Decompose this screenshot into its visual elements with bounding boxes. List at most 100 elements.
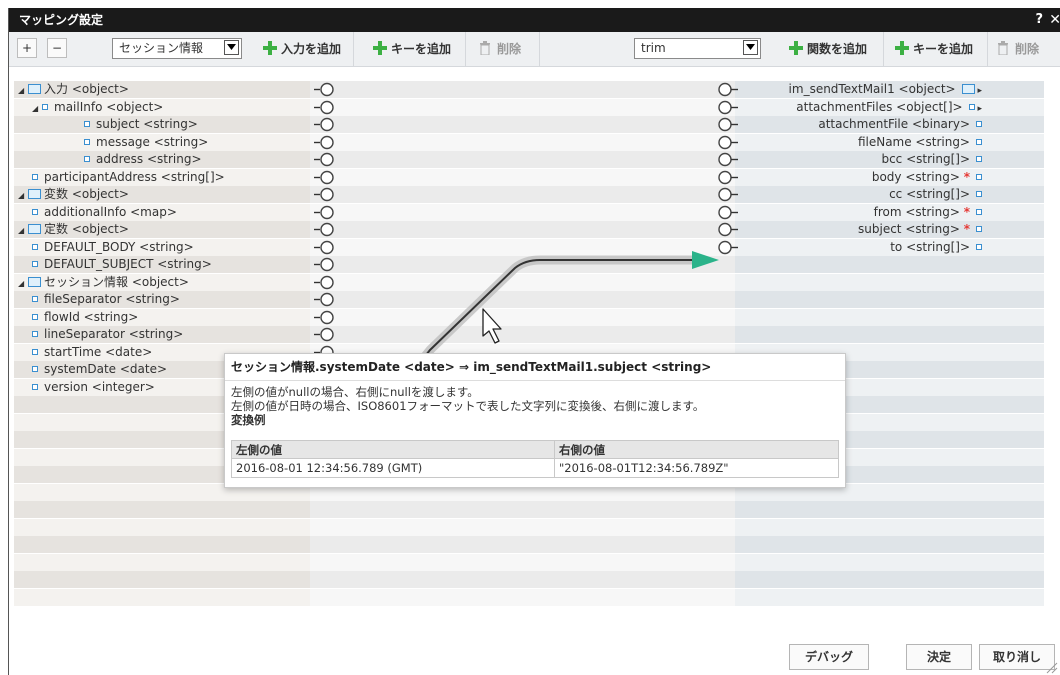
right-tree-node[interactable]: cc <string[]> xyxy=(889,186,982,203)
field-icon xyxy=(84,156,90,162)
expand-toggle-icon[interactable]: ◢ xyxy=(18,275,28,292)
expand-toggle-icon[interactable]: ▸ xyxy=(975,104,982,114)
close-icon[interactable]: ✕ xyxy=(1049,8,1060,32)
right-port-icon[interactable] xyxy=(716,151,740,168)
mapping-row: ◢ mailInfo <object> attachmentFiles <objec… xyxy=(14,98,1044,116)
right-port-icon[interactable] xyxy=(716,116,740,133)
left-port-icon[interactable] xyxy=(314,274,338,291)
right-tree-node[interactable]: attachmentFile <binary> xyxy=(818,116,982,133)
left-tree-node[interactable]: additionalInfo <map> xyxy=(32,204,177,221)
mapping-grid: ◢ 入力 <object> im_sendTextMail1 <object> ▸ ◢… xyxy=(14,81,1044,613)
left-port-icon[interactable] xyxy=(314,169,338,186)
left-tree-node[interactable]: fileSeparator <string> xyxy=(32,291,180,308)
debug-button[interactable]: デバッグ xyxy=(789,644,869,670)
expand-toggle-icon[interactable]: ▸ xyxy=(975,86,982,96)
right-tree-node[interactable]: fileName <string> xyxy=(858,134,982,151)
ok-button[interactable]: 決定 xyxy=(906,644,972,670)
right-port-icon[interactable] xyxy=(716,186,740,203)
left-tree-node[interactable]: startTime <date> xyxy=(32,344,152,361)
right-port-icon[interactable] xyxy=(716,99,740,116)
left-port-icon[interactable] xyxy=(314,116,338,133)
left-tree-node[interactable]: message <string> xyxy=(84,134,208,151)
left-tree-node[interactable]: participantAddress <string[]> xyxy=(32,169,225,186)
left-tree-node[interactable]: ◢ セッション情報 <object> xyxy=(18,274,189,291)
toolbar-divider xyxy=(539,32,540,66)
function-select[interactable]: trim xyxy=(634,38,761,59)
delete-left-button[interactable]: 削除 xyxy=(477,38,521,60)
left-tree-node[interactable]: lineSeparator <string> xyxy=(32,326,183,343)
right-tree-node[interactable]: im_sendTextMail1 <object> ▸ xyxy=(789,81,982,98)
field-icon xyxy=(32,173,38,180)
delete-right-button[interactable]: 削除 xyxy=(995,38,1039,60)
expand-toggle-icon[interactable]: ◢ xyxy=(18,187,28,204)
right-node-label: fileName <string> xyxy=(857,134,970,149)
right-tree-node[interactable]: from <string> * xyxy=(874,204,982,221)
mapping-row: DEFAULT_SUBJECT <string> xyxy=(14,256,1044,273)
left-port-icon[interactable] xyxy=(314,186,338,203)
mapping-cell xyxy=(310,518,735,536)
right-node-label: attachmentFile <binary> xyxy=(818,117,970,131)
left-tree-node[interactable]: systemDate <date> xyxy=(32,361,167,378)
left-tree-node[interactable]: subject <string> xyxy=(84,116,198,133)
left-source-select[interactable]: セッション情報 xyxy=(112,38,242,59)
mapping-row xyxy=(14,518,1044,536)
expand-toggle-icon[interactable]: ◢ xyxy=(18,222,28,239)
add-key-right-button[interactable]: キーを追加 xyxy=(893,38,973,60)
chevron-down-icon xyxy=(743,40,758,55)
left-port-icon[interactable] xyxy=(314,239,338,256)
add-input-button[interactable]: 入力を追加 xyxy=(261,38,341,60)
mapping-cell xyxy=(310,186,735,203)
left-tree-node[interactable]: version <integer> xyxy=(32,379,155,396)
left-port-icon[interactable] xyxy=(314,221,338,238)
expand-toggle-icon[interactable]: ◢ xyxy=(32,100,42,117)
left-port-icon[interactable] xyxy=(314,81,338,98)
expand-toggle-icon[interactable]: ◢ xyxy=(18,82,28,99)
right-port-icon[interactable] xyxy=(716,221,740,238)
left-tree-node[interactable]: ◢ 入力 <object> xyxy=(18,81,129,98)
left-port-icon[interactable] xyxy=(314,256,338,273)
right-tree-node[interactable]: bcc <string[]> xyxy=(881,151,982,168)
example-table: 左側の値 右側の値 2016-08-01 12:34:56.789 (GMT) … xyxy=(231,440,839,478)
collapse-all-button[interactable]: − xyxy=(47,38,67,58)
mapping-row: address <string> bcc <string[]> xyxy=(14,151,1044,168)
left-tree-node[interactable]: address <string> xyxy=(84,151,202,168)
left-cell xyxy=(14,518,310,536)
right-tree-node[interactable]: attachmentFiles <object[]> ▸ xyxy=(796,99,982,116)
add-function-button[interactable]: 関数を追加 xyxy=(787,38,867,60)
left-port-icon[interactable] xyxy=(314,291,338,308)
add-key-left-button[interactable]: キーを追加 xyxy=(371,38,451,60)
mapping-row xyxy=(14,571,1044,588)
right-port-icon[interactable] xyxy=(716,239,740,256)
help-icon[interactable]: ? xyxy=(1035,8,1043,32)
right-port-icon[interactable] xyxy=(716,204,740,221)
left-tree-node[interactable]: flowId <string> xyxy=(32,309,138,326)
right-tree-node[interactable]: to <string[]> xyxy=(890,239,982,256)
right-tree-node[interactable]: body <string> * xyxy=(872,169,982,186)
add-key-left-label: キーを追加 xyxy=(391,42,452,56)
right-port-icon[interactable] xyxy=(716,169,740,186)
left-tree-node[interactable]: ◢ mailInfo <object> xyxy=(32,99,163,116)
left-node-label: 入力 <object> xyxy=(44,82,129,96)
resize-grip-icon[interactable] xyxy=(1044,660,1058,674)
left-tree-node[interactable]: ◢ 定数 <object> xyxy=(18,221,129,238)
mapping-row: message <string> fileName <string> xyxy=(14,133,1044,151)
right-port-icon[interactable] xyxy=(716,134,740,151)
expand-all-button[interactable]: + xyxy=(17,38,37,58)
plus-icon xyxy=(263,41,277,55)
left-port-icon[interactable] xyxy=(314,204,338,221)
left-tree-node[interactable]: ◢ 変数 <object> xyxy=(18,186,129,203)
right-port-icon[interactable] xyxy=(716,81,740,98)
left-port-icon[interactable] xyxy=(314,134,338,151)
left-tree-node[interactable]: DEFAULT_SUBJECT <string> xyxy=(32,256,212,273)
right-cell xyxy=(735,256,1044,273)
right-tree-node[interactable]: subject <string> * xyxy=(858,221,982,238)
left-tree-node[interactable]: DEFAULT_BODY <string> xyxy=(32,239,194,256)
left-port-icon[interactable] xyxy=(314,151,338,168)
example-col-left: 左側の値 xyxy=(231,440,555,459)
left-port-icon[interactable] xyxy=(314,326,338,343)
mapping-cell xyxy=(310,588,735,606)
left-port-icon[interactable] xyxy=(314,309,338,326)
left-port-icon[interactable] xyxy=(314,99,338,116)
left-cell xyxy=(14,501,310,518)
add-input-label: 入力を追加 xyxy=(281,42,342,56)
